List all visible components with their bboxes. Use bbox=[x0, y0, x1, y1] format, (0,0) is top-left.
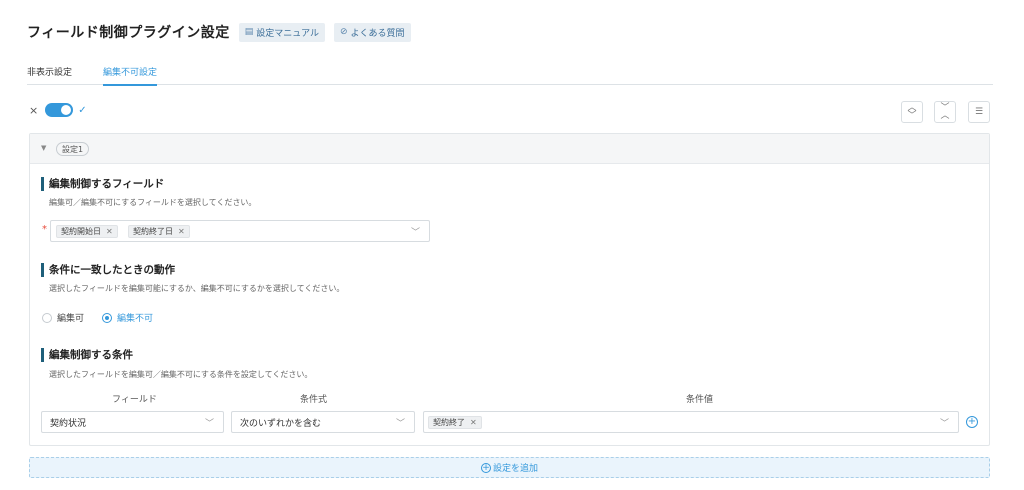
column-header-value: 条件値 bbox=[686, 395, 714, 405]
close-icon: × bbox=[29, 103, 39, 117]
faq-button-label: よくある質問 bbox=[350, 28, 405, 39]
condition-field-value: 契約状況 bbox=[50, 418, 87, 429]
required-mark: * bbox=[42, 224, 47, 235]
tab-bar: 非表示設定 編集不可設定 bbox=[27, 60, 993, 86]
toggle-knob bbox=[61, 105, 72, 115]
column-header-operator: 条件式 bbox=[300, 395, 328, 405]
chevron-down-icon: ﹀ bbox=[204, 419, 214, 429]
condition-operator-value: 次のいずれかを含む bbox=[240, 418, 322, 429]
action-section-title: 条件に一致したときの動作 bbox=[41, 263, 175, 277]
enable-toggle-row: × ✓ bbox=[29, 103, 87, 117]
chevrons-expand-icon: ︿ ﹀ bbox=[907, 103, 917, 121]
radio-editable[interactable] bbox=[42, 312, 52, 323]
field-multiselect[interactable]: 契約開始日 ✕ 契約終了日 ✕ ﹀ bbox=[50, 220, 430, 242]
manual-button-label: 設定マニュアル bbox=[256, 28, 319, 39]
sort-icon: ☰ bbox=[974, 107, 984, 117]
field-tag-label: 契約終了日 bbox=[133, 227, 173, 236]
question-circle-icon: ⊘ bbox=[339, 27, 348, 37]
add-condition-button[interactable]: + bbox=[966, 416, 978, 428]
fields-section-description: 編集可／編集不可にするフィールドを選択してください。 bbox=[49, 198, 257, 207]
sort-button[interactable]: ☰ bbox=[968, 101, 990, 123]
tag-remove-icon[interactable]: ✕ bbox=[106, 227, 113, 236]
radio-readonly-label[interactable]: 編集不可 bbox=[117, 311, 153, 324]
radio-readonly[interactable] bbox=[102, 312, 113, 323]
add-setting-button[interactable]: + 設定を追加 bbox=[29, 457, 990, 478]
condition-value-tag: 契約終了 ✕ bbox=[428, 416, 482, 429]
tag-remove-icon[interactable]: ✕ bbox=[178, 227, 185, 236]
page-header: フィールド制御プラグイン設定 ▤ 設定マニュアル ⊘ よくある質問 bbox=[27, 22, 411, 42]
enable-toggle-switch[interactable] bbox=[45, 103, 74, 117]
field-tag: 契約終了日 ✕ bbox=[128, 225, 190, 238]
fields-section-title: 編集制御するフィールド bbox=[41, 177, 164, 191]
field-tag: 契約開始日 ✕ bbox=[56, 225, 118, 238]
chevron-down-icon: ﹀ bbox=[939, 419, 949, 429]
radio-editable-label[interactable]: 編集可 bbox=[57, 311, 84, 324]
condition-field-select[interactable]: 契約状況 ﹀ bbox=[41, 411, 224, 433]
condition-section-title: 編集制御する条件 bbox=[41, 348, 133, 362]
collapse-all-button[interactable]: ﹀ ︿ bbox=[934, 101, 956, 123]
setting-name-pill: 設定1 bbox=[56, 142, 90, 156]
column-header-field: フィールド bbox=[112, 395, 157, 405]
condition-section-description: 選択したフィールドを編集可／編集不可にする条件を設定してください。 bbox=[49, 370, 313, 379]
field-tag-label: 契約開始日 bbox=[61, 227, 101, 236]
action-radio-group: 編集可 編集不可 bbox=[42, 311, 171, 324]
setting-card: ▼ 設定1 編集制御するフィールド 編集可／編集不可にするフィールドを選択してく… bbox=[29, 133, 990, 446]
add-setting-label: 設定を追加 bbox=[492, 464, 538, 474]
chevron-down-icon: ﹀ bbox=[395, 419, 405, 429]
chevrons-collapse-icon: ﹀ ︿ bbox=[940, 103, 950, 121]
setting-card-header[interactable]: ▼ 設定1 bbox=[30, 134, 989, 164]
action-section-description: 選択したフィールドを編集可能にするか、編集不可にするかを選択してください。 bbox=[49, 284, 345, 293]
plus-circle-icon: + bbox=[480, 462, 491, 473]
tag-remove-icon[interactable]: ✕ bbox=[470, 418, 477, 427]
chevron-down-icon[interactable]: ﹀ bbox=[411, 225, 420, 238]
tab-hide-settings[interactable]: 非表示設定 bbox=[27, 65, 72, 84]
book-icon: ▤ bbox=[244, 27, 254, 37]
condition-value-tag-label: 契約終了 bbox=[433, 418, 465, 427]
page-title: フィールド制御プラグイン設定 bbox=[27, 25, 230, 41]
check-icon: ✓ bbox=[78, 104, 87, 116]
tab-readonly-settings[interactable]: 編集不可設定 bbox=[103, 65, 158, 86]
condition-value-multiselect[interactable]: 契約終了 ✕ ﹀ bbox=[423, 411, 959, 433]
condition-operator-select[interactable]: 次のいずれかを含む ﹀ bbox=[231, 411, 415, 433]
faq-button[interactable]: ⊘ よくある質問 bbox=[333, 22, 411, 42]
expand-all-button[interactable]: ︿ ﹀ bbox=[901, 101, 923, 123]
manual-button[interactable]: ▤ 設定マニュアル bbox=[238, 22, 325, 42]
caret-down-icon[interactable]: ▼ bbox=[41, 144, 46, 152]
